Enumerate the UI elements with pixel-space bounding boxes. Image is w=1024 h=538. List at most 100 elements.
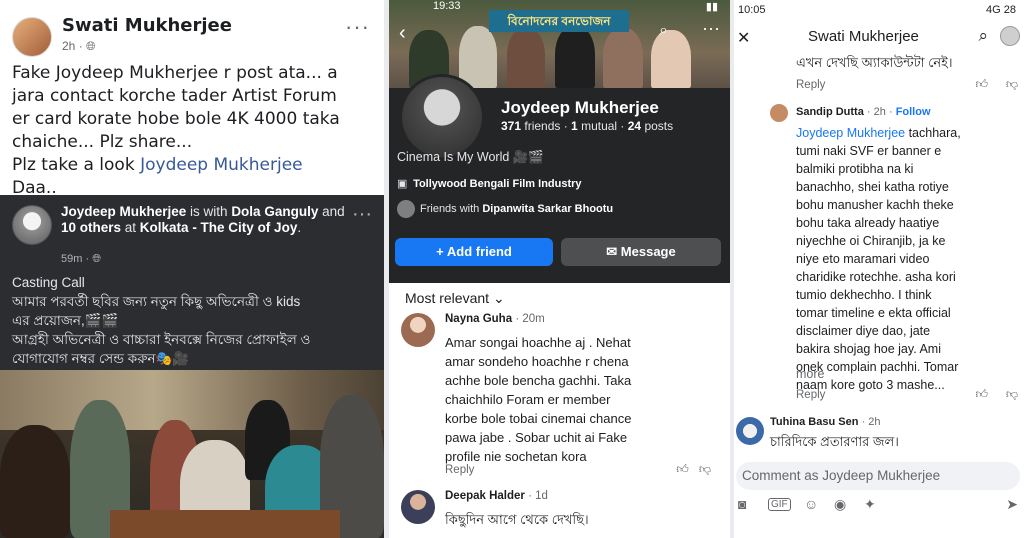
post-meta: 2h · 🌐︎ xyxy=(62,39,96,54)
avatar[interactable] xyxy=(1000,26,1020,46)
commenter-name-row: Nayna Guha · 20m xyxy=(445,313,545,325)
comment-text: চারিদিকে প্রতারণার জল। xyxy=(770,434,899,449)
comment-time[interactable]: 1d xyxy=(535,490,548,502)
add-friend-button[interactable]: + Add friend xyxy=(395,238,553,266)
comment-time[interactable]: 20m xyxy=(522,313,544,325)
send-icon[interactable]: ➤ xyxy=(1006,496,1018,513)
shared-post: Joydeep Mukherjee is with Dola Ganguly a… xyxy=(0,195,384,538)
reply-line: niyechhe oi Chiranjib, ja ke xyxy=(796,234,946,248)
author-avatar[interactable] xyxy=(12,17,52,57)
right-panel: 10:05 4G 28 ✕ Swati Mukherjee ⌕ এখন দেখছ… xyxy=(734,0,1024,538)
work-text[interactable]: Tollywood Bengali Film Industry xyxy=(413,178,581,190)
post-photo[interactable] xyxy=(0,370,384,538)
mutual-count[interactable]: 1 xyxy=(571,119,578,133)
shared-author-avatar[interactable] xyxy=(12,205,52,245)
cover-person xyxy=(603,28,643,88)
commenter-avatar[interactable] xyxy=(401,313,435,347)
comment-input[interactable]: Comment as Joydeep Mukherjee xyxy=(736,462,1020,490)
dot-separator: · xyxy=(888,106,896,118)
tagged-others[interactable]: 10 others xyxy=(61,220,121,235)
commenter-avatar[interactable] xyxy=(401,490,435,524)
cover-person xyxy=(507,28,545,88)
comment-time[interactable]: 2h xyxy=(868,416,880,428)
search-icon[interactable]: ⌕ xyxy=(978,26,988,46)
reply-line: niye eto maramari video xyxy=(796,252,930,266)
more-options-icon[interactable]: ··· xyxy=(352,203,372,226)
tagged-person[interactable]: Dola Ganguly xyxy=(231,204,318,219)
sticker-icon[interactable]: ✦ xyxy=(864,496,876,513)
commenter-name[interactable]: Tuhina Basu Sen xyxy=(770,416,858,428)
reply-time[interactable]: 2h xyxy=(874,106,886,118)
profile-name: Joydeep Mukherjee xyxy=(501,98,659,117)
post-time[interactable]: 2h xyxy=(62,39,75,53)
back-icon[interactable]: ‹ xyxy=(399,22,406,45)
thumbs-down-icon[interactable]: 👎︎ xyxy=(1006,387,1018,402)
reply-button[interactable]: Reply xyxy=(796,389,825,401)
mutual-label: mutual · xyxy=(577,119,628,133)
more-options-icon[interactable]: ··· xyxy=(345,14,370,40)
shared-post-meta: 59m · 🌐︎ xyxy=(61,253,101,266)
thumbs-up-icon[interactable]: 👍︎ xyxy=(676,462,689,476)
reply-button[interactable]: Reply xyxy=(445,464,474,476)
shared-post-time[interactable]: 59m xyxy=(61,253,82,265)
thumbs-down-icon[interactable]: 👎︎ xyxy=(1006,77,1018,92)
left-panel: Swati Mukherjee 2h · 🌐︎ ··· Fake Joydeep… xyxy=(0,0,384,538)
commenter-name[interactable]: Deepak Halder xyxy=(445,490,525,502)
message-button[interactable]: ✉ Message xyxy=(561,238,721,266)
reply-button[interactable]: Reply xyxy=(796,79,825,91)
author-name[interactable]: Swati Mukherjee xyxy=(62,15,232,36)
friends-label: friends · xyxy=(521,119,572,133)
friends-with-name[interactable]: Dipanwita Sarkar Bhootu xyxy=(482,203,613,215)
follow-button[interactable]: Follow xyxy=(896,106,931,118)
photo-person xyxy=(0,425,70,538)
reply-text-part: tachhara, xyxy=(905,126,961,140)
period-text: . xyxy=(297,220,302,235)
reply-line: tomar timeline e ekta official xyxy=(796,306,951,320)
posts-count: 24 xyxy=(627,119,642,133)
replier-name[interactable]: Sandip Dutta xyxy=(796,106,864,118)
search-icon[interactable]: ⌕ xyxy=(659,22,668,40)
gif-icon[interactable]: GIF xyxy=(768,498,791,511)
close-icon[interactable]: ✕ xyxy=(737,28,750,48)
comment-sort[interactable]: Most relevant ⌄ xyxy=(405,290,505,307)
replier-avatar[interactable] xyxy=(770,104,788,122)
thumbs-up-icon[interactable]: 👍︎ xyxy=(975,77,988,92)
network-status: 4G 28 xyxy=(986,4,1016,16)
post-text: Fake Joydeep Mukherjee r post ata... a j… xyxy=(12,62,378,200)
friend-avatar xyxy=(397,200,415,218)
status-time: 19:33 xyxy=(433,0,461,12)
commenter-name[interactable]: Nayna Guha xyxy=(445,313,512,325)
posts-label: posts xyxy=(641,119,674,133)
chevron-down-icon: ⌄ xyxy=(492,290,505,306)
globe-icon: 🌐︎ xyxy=(92,253,102,265)
battery-icon: ▮▮ xyxy=(705,1,718,13)
see-more-link[interactable]: more xyxy=(796,367,824,381)
more-options-icon[interactable]: ··· xyxy=(702,18,720,39)
avatar-sticker-icon[interactable]: ◉ xyxy=(834,496,846,513)
middle-panel: বিনোদনের বনভোজন 19:33 ▮▮ ‹ ⌕ ··· Joydeep… xyxy=(389,0,730,538)
comment-line: pawa jabe . Sobar uchit ai Fake xyxy=(445,430,628,445)
comment: Tuhina Basu Sen · 2h চারিদিকে প্রতারণার … xyxy=(734,413,1024,453)
commenter-avatar[interactable] xyxy=(736,417,764,445)
location-link[interactable]: Kolkata - The City of Joy xyxy=(140,220,298,235)
friends-count[interactable]: 371 xyxy=(501,119,521,133)
camera-icon[interactable]: ◙ xyxy=(738,496,746,512)
post-line: er card korate hobe bole 4K 4000 taka xyxy=(12,109,340,129)
reply-header: Sandip Dutta · 2h · Follow xyxy=(770,104,1024,122)
thumbs-down-icon[interactable]: 👎︎ xyxy=(699,462,711,476)
post-line: আগ্রহী অভিনেত্রী ও বাচ্চারা ইনবক্সে নিজে… xyxy=(12,332,311,347)
reaction-icons: 👍︎ 👎︎ xyxy=(676,462,711,477)
profile-card: Joydeep Mukherjee 371 friends · 1 mutual… xyxy=(389,74,730,283)
shared-author-name[interactable]: Joydeep Mukherjee xyxy=(61,204,186,219)
emoji-icon[interactable]: ☺ xyxy=(804,496,818,512)
sort-label: Most relevant xyxy=(405,290,490,306)
globe-icon: 🌐︎ xyxy=(86,39,96,53)
profile-link[interactable]: Joydeep Mukherjee xyxy=(140,155,303,175)
at-text: at xyxy=(121,220,140,235)
work-row: ▣ Tollywood Bengali Film Industry xyxy=(397,177,582,190)
commenter-name-row: Deepak Halder · 1d xyxy=(445,490,548,502)
profile-avatar[interactable] xyxy=(399,74,485,160)
mention-link[interactable]: Joydeep Mukherjee xyxy=(796,126,905,140)
post-line: এর প্রয়োজন,🎬🎬 xyxy=(12,313,119,328)
thumbs-up-icon[interactable]: 👍︎ xyxy=(975,387,988,402)
